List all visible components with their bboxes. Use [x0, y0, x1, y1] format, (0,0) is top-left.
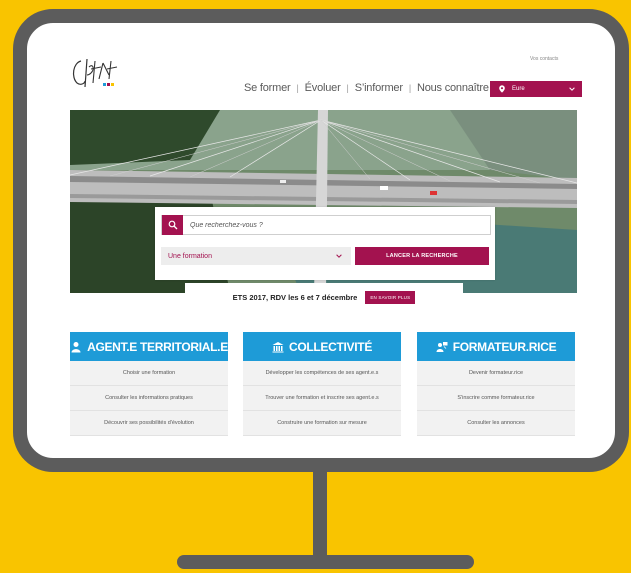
column-agent-item[interactable]: Consulter les informations pratiques — [70, 386, 228, 411]
column-agent: AGENT.E TERRITORIAL.E Choisir une format… — [70, 332, 228, 436]
column-formateur-header[interactable]: FORMATEUR.RICE — [417, 332, 575, 361]
column-agent-item[interactable]: Choisir une formation — [70, 361, 228, 386]
nav-separator: | — [408, 83, 411, 93]
contacts-link[interactable]: Vos contacts — [530, 56, 558, 62]
column-formateur: FORMATEUR.RICE Devenir formateur.rice S'… — [417, 332, 575, 436]
launch-search-button[interactable]: LANCER LA RECHERCHE — [355, 247, 489, 265]
search-type-value: Une formation — [168, 252, 212, 260]
nav-separator: | — [296, 83, 299, 93]
column-collectivite: COLLECTIVITÉ Développer les compétences … — [243, 332, 401, 436]
nav-item-evoluer[interactable]: Évoluer — [305, 82, 341, 94]
column-formateur-item[interactable]: Devenir formateur.rice — [417, 361, 575, 386]
cnfpt-logo[interactable] — [69, 53, 124, 93]
event-banner: ETS 2017, RDV les 6 et 7 décembre EN SAV… — [185, 283, 463, 311]
location-pin-icon — [499, 85, 505, 93]
learn-more-button[interactable]: EN SAVOIR PLUS — [365, 290, 416, 304]
search-box — [161, 215, 491, 235]
column-collectivite-item[interactable]: Trouver une formation et inscrire ses ag… — [243, 386, 401, 411]
column-collectivite-header[interactable]: COLLECTIVITÉ — [243, 332, 401, 361]
region-selector[interactable]: Eure — [490, 81, 582, 97]
column-agent-title: AGENT.E TERRITORIAL.E — [87, 339, 228, 354]
main-nav: Se former | Évoluer | S’informer | Nous … — [244, 81, 511, 95]
search-type-select[interactable]: Une formation — [161, 247, 351, 265]
monitor-frame: Vos contacts Se former | Évoluer | S’inf… — [13, 9, 629, 472]
search-panel: Une formation LANCER LA RECHERCHE — [155, 207, 495, 280]
search-input[interactable] — [190, 216, 480, 234]
nav-item-nous-connaitre[interactable]: Nous connaître — [417, 82, 489, 94]
nav-item-s-informer[interactable]: S’informer — [355, 82, 403, 94]
nav-separator: | — [346, 83, 349, 93]
column-agent-header[interactable]: AGENT.E TERRITORIAL.E — [70, 332, 228, 361]
search-icon — [168, 220, 177, 230]
column-formateur-item[interactable]: Consulter les annonces — [417, 411, 575, 436]
trainer-icon — [436, 341, 448, 352]
nav-item-se-former[interactable]: Se former — [244, 82, 291, 94]
building-icon — [272, 341, 284, 352]
column-formateur-item[interactable]: S'inscrire comme formateur.rice — [417, 386, 575, 411]
column-agent-item[interactable]: Découvrir ses possibilités d'évolution — [70, 411, 228, 436]
column-formateur-title: FORMATEUR.RICE — [452, 339, 557, 354]
chevron-down-icon — [336, 254, 342, 258]
search-button[interactable] — [162, 215, 183, 235]
person-icon — [71, 341, 81, 352]
chevron-down-icon — [569, 87, 575, 91]
website-screen: Vos contacts Se former | Évoluer | S’inf… — [27, 23, 615, 458]
column-collectivite-item[interactable]: Construire une formation sur mesure — [243, 411, 401, 436]
region-value: Eure — [512, 86, 525, 92]
event-text: ETS 2017, RDV les 6 et 7 décembre — [232, 292, 358, 302]
column-collectivite-item[interactable]: Développer les compétences de ses agent.… — [243, 361, 401, 386]
logo-graphic — [72, 58, 118, 88]
column-collectivite-title: COLLECTIVITÉ — [288, 339, 373, 354]
monitor-base — [177, 555, 474, 569]
monitor-neck — [313, 470, 327, 562]
